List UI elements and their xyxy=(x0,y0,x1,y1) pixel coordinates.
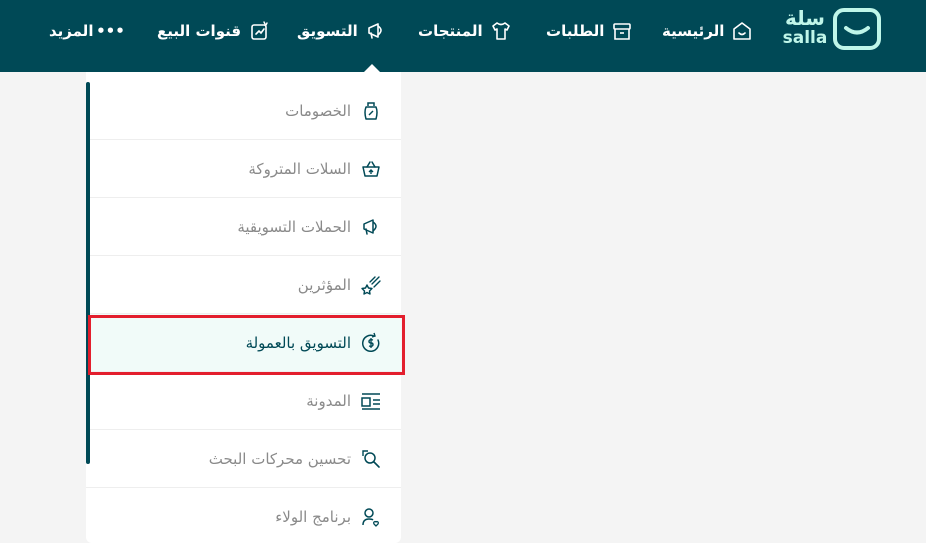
menu-item-label: المدونة xyxy=(306,391,351,410)
home-icon xyxy=(730,19,754,43)
menu-item-loyalty[interactable]: برنامج الولاء xyxy=(86,488,401,543)
archive-box-icon xyxy=(610,19,634,43)
tshirt-icon xyxy=(489,19,513,43)
menu-item-discounts[interactable]: الخصومات xyxy=(86,82,401,140)
sales-channels-icon xyxy=(247,19,271,43)
top-navbar: سلة salla الرئيسية الطلبات المنتجات التس… xyxy=(0,0,926,72)
loyalty-user-icon xyxy=(359,505,383,529)
nav-marketing[interactable]: التسويق xyxy=(297,18,388,44)
shooting-star-icon xyxy=(359,273,383,297)
marketing-dropdown-menu: الخصومات السلات المتروكة الحملات التسويق… xyxy=(86,72,401,543)
nav-marketing-label: التسويق xyxy=(297,22,358,40)
active-item-highlight xyxy=(88,315,405,375)
nav-orders-label: الطلبات xyxy=(546,22,605,40)
logo-arabic-text: سلة xyxy=(785,6,825,30)
nav-more-label: المزيد xyxy=(49,22,94,40)
logo-bag-icon xyxy=(833,8,881,50)
blog-icon xyxy=(359,389,383,413)
menu-item-seo[interactable]: تحسين محركات البحث xyxy=(86,430,401,488)
menu-item-label: تحسين محركات البحث xyxy=(208,449,351,468)
logo-latin-text: salla xyxy=(782,28,828,48)
nav-sales-channels-label: قنوات البيع xyxy=(157,22,242,40)
menu-item-label: برنامج الولاء xyxy=(275,507,351,526)
menu-item-label: المؤثرين xyxy=(297,275,351,294)
nav-home-label: الرئيسية xyxy=(662,22,725,40)
dropdown-scroll-indicator[interactable] xyxy=(86,82,90,464)
nav-orders[interactable]: الطلبات xyxy=(546,18,634,44)
nav-products-label: المنتجات xyxy=(418,22,483,40)
salla-logo[interactable]: سلة salla xyxy=(780,6,884,50)
megaphone-icon xyxy=(359,215,383,239)
menu-item-campaigns[interactable]: الحملات التسويقية xyxy=(86,198,401,256)
seo-search-icon xyxy=(359,447,383,471)
abandoned-basket-icon xyxy=(359,157,383,181)
more-dots-icon: ••• xyxy=(96,22,125,40)
megaphone-icon xyxy=(364,19,388,43)
menu-item-label: الحملات التسويقية xyxy=(237,217,351,236)
dropdown-caret xyxy=(364,64,380,72)
menu-item-abandoned-carts[interactable]: السلات المتروكة xyxy=(86,140,401,198)
menu-item-label: الخصومات xyxy=(285,101,351,120)
nav-home[interactable]: الرئيسية xyxy=(662,18,754,44)
nav-more[interactable]: ••• المزيد xyxy=(49,18,125,44)
menu-item-label: السلات المتروكة xyxy=(248,159,351,178)
discount-bag-icon xyxy=(359,99,383,123)
nav-products[interactable]: المنتجات xyxy=(418,18,513,44)
menu-item-blog[interactable]: المدونة xyxy=(86,372,401,430)
nav-sales-channels[interactable]: قنوات البيع xyxy=(157,18,271,44)
menu-item-influencers[interactable]: المؤثرين xyxy=(86,256,401,314)
